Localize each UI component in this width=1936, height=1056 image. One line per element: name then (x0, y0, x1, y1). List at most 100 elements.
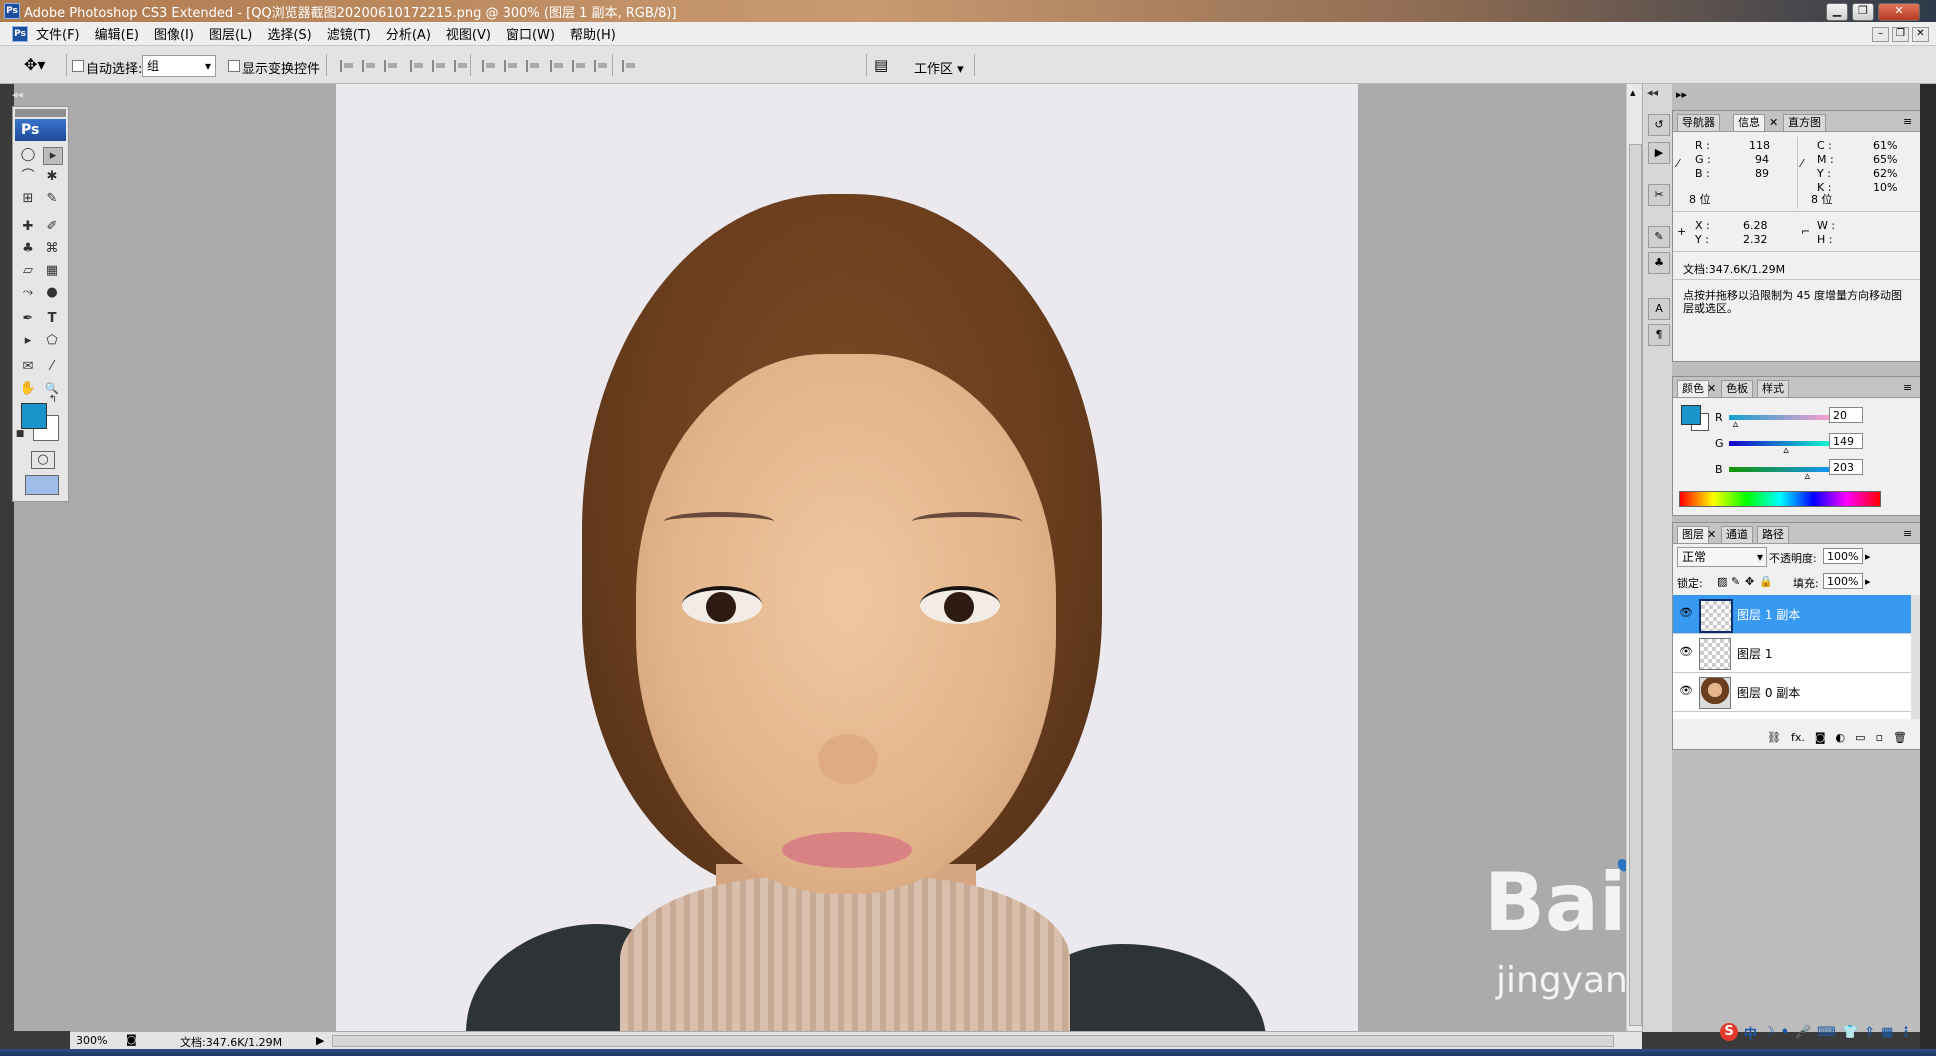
color-r-slider[interactable] (1729, 415, 1833, 420)
menu-filter[interactable]: 滤镜(T) (327, 24, 371, 43)
panel-menu-icon[interactable]: ≡ (1903, 115, 1912, 128)
panels-collapse-icon[interactable]: ▸▸ (1676, 88, 1687, 101)
tab-color[interactable]: 颜色 (1677, 380, 1709, 397)
fill-arrow-icon[interactable]: ▸ (1865, 575, 1871, 588)
status-icon[interactable]: ◙ (126, 1033, 137, 1046)
tab-styles[interactable]: 样式 (1757, 380, 1789, 397)
minimize-button[interactable]: ▁ (1826, 3, 1848, 21)
tool-presets-icon[interactable]: ✂ (1648, 184, 1670, 206)
brush-tool-icon[interactable]: ✐ (43, 219, 61, 235)
lock-pixels-icon[interactable]: ✎ (1731, 575, 1740, 588)
align-bottom-icon[interactable] (384, 60, 400, 72)
lock-all-icon[interactable]: 🔒 (1759, 575, 1773, 588)
adjustment-layer-icon[interactable]: ◐ (1836, 731, 1846, 744)
swap-colors-icon[interactable]: ↰ (47, 395, 59, 405)
visibility-eye-icon[interactable]: 👁 (1679, 685, 1693, 697)
expand-dock-icon[interactable]: ◂◂ (1647, 86, 1658, 99)
lock-transparent-icon[interactable]: ▨ (1717, 575, 1727, 588)
visibility-eye-icon[interactable]: 👁 (1679, 646, 1693, 658)
auto-select-checkbox[interactable] (72, 60, 84, 72)
menu-window[interactable]: 窗口(W) (506, 24, 555, 43)
tab-layers[interactable]: 图层 (1677, 526, 1709, 543)
auto-select-dropdown[interactable]: 组 ▾ (142, 55, 216, 77)
align-hcenter-icon[interactable] (432, 60, 448, 72)
tab-paths[interactable]: 路径 (1757, 526, 1789, 543)
clone-source-icon[interactable]: ♣ (1648, 252, 1670, 274)
color-b-input[interactable]: 203 (1829, 459, 1863, 475)
distribute-hcenter-icon[interactable] (572, 60, 588, 72)
doc-restore-button[interactable]: ❐ (1892, 27, 1909, 42)
slider-thumb-icon[interactable]: ▵ (1783, 443, 1789, 456)
brushes-panel-icon[interactable]: ✎ (1648, 226, 1670, 248)
show-transform-checkbox[interactable] (228, 60, 240, 72)
foreground-color-swatch[interactable] (21, 403, 47, 429)
character-panel-icon[interactable]: A (1648, 298, 1670, 320)
marquee-tool-icon[interactable]: ◯ (19, 147, 37, 163)
delete-layer-icon[interactable]: 🗑 (1893, 731, 1907, 744)
paragraph-panel-icon[interactable]: ¶ (1648, 324, 1670, 346)
sogou-icon[interactable]: S (1720, 1023, 1738, 1041)
lock-position-icon[interactable]: ✥ (1745, 575, 1754, 588)
mic-icon[interactable]: 🎤 (1795, 1025, 1811, 1040)
tab-histogram[interactable]: 直方图 (1783, 114, 1826, 131)
tab-swatches[interactable]: 色板 (1721, 380, 1753, 397)
panel-menu-icon[interactable]: ≡ (1903, 527, 1912, 540)
opacity-arrow-icon[interactable]: ▸ (1865, 550, 1871, 563)
layer-row[interactable]: 👁 图层 1 副本 (1673, 595, 1911, 634)
new-group-icon[interactable]: ▭ (1855, 731, 1865, 744)
distribute-top-icon[interactable] (482, 60, 498, 72)
new-layer-icon[interactable]: ▫ (1876, 731, 1883, 744)
link-layers-icon[interactable]: ⛓ (1767, 731, 1781, 744)
lasso-tool-icon[interactable]: ⌒ (19, 169, 37, 185)
ps-logo[interactable]: Ps (15, 119, 66, 141)
color-fg-swatch[interactable] (1681, 405, 1701, 425)
doc-minimize-button[interactable]: – (1872, 27, 1889, 42)
crop-tool-icon[interactable]: ⊞ (19, 191, 37, 207)
screen-mode-icon[interactable] (25, 475, 59, 495)
distribute-bottom-icon[interactable] (526, 60, 542, 72)
path-selection-tool-icon[interactable]: ▸ (19, 333, 37, 349)
bridge-icon[interactable]: ▤ (874, 56, 888, 74)
gradient-tool-icon[interactable]: ▦ (43, 263, 61, 279)
blend-mode-dropdown[interactable]: 正常 ▾ (1677, 547, 1767, 567)
auto-align-icon[interactable] (622, 60, 638, 72)
scroll-up-icon[interactable]: ▴ (1630, 86, 1636, 99)
tab-info[interactable]: 信息 (1733, 114, 1765, 131)
slider-thumb-icon[interactable]: ▵ (1733, 417, 1739, 430)
layer-style-icon[interactable]: fx. (1791, 731, 1805, 744)
shape-tool-icon[interactable]: ⬠ (43, 333, 61, 349)
menu-help[interactable]: 帮助(H) (570, 24, 616, 43)
horizontal-scrollbar[interactable] (332, 1035, 1614, 1047)
upload-icon[interactable]: ⇧ (1864, 1025, 1875, 1040)
more-icon[interactable]: ⋮ (1899, 1025, 1912, 1040)
ime-chinese-icon[interactable]: 中 (1744, 1023, 1757, 1042)
hand-tool-icon[interactable]: ✋ (19, 381, 37, 397)
quick-mask-icon[interactable]: ○ (31, 451, 55, 469)
document-canvas[interactable] (336, 84, 1358, 1032)
layer-row[interactable]: 👁 图层 1 (1673, 634, 1911, 673)
layer-row[interactable]: 👁 图层 0 副本 (1673, 673, 1911, 712)
keyboard-icon[interactable]: ⌨ (1817, 1025, 1836, 1040)
default-colors-icon[interactable]: ■ (15, 429, 25, 439)
notes-tool-icon[interactable]: ✉ (19, 359, 37, 375)
menu-analysis[interactable]: 分析(A) (386, 24, 431, 43)
menu-file[interactable]: 文件(F) (36, 24, 80, 43)
align-right-icon[interactable] (454, 60, 470, 72)
history-brush-tool-icon[interactable]: ⌘ (43, 241, 61, 257)
align-vcenter-icon[interactable] (362, 60, 378, 72)
moon-icon[interactable]: ☽ (1763, 1025, 1775, 1040)
menu-image[interactable]: 图像(I) (154, 24, 194, 43)
toolbox-grip[interactable] (15, 109, 66, 117)
close-icon[interactable]: ✕ (1707, 382, 1716, 395)
grid-icon[interactable]: ▦ (1881, 1025, 1893, 1040)
eyedropper-tool-icon[interactable]: ⁄ (43, 359, 61, 375)
scroll-thumb[interactable] (1629, 144, 1642, 1026)
close-button[interactable]: ✕ (1878, 3, 1920, 21)
vertical-scrollbar[interactable]: ▴ (1626, 84, 1642, 1031)
close-icon[interactable]: ✕ (1769, 116, 1778, 129)
panel-menu-icon[interactable]: ≡ (1903, 381, 1912, 394)
opacity-input[interactable]: 100% (1823, 548, 1863, 564)
healing-brush-tool-icon[interactable]: ✚ (19, 219, 37, 235)
doc-close-button[interactable]: ✕ (1912, 27, 1929, 42)
collapse-toolbox-icon[interactable]: ◂◂ (12, 88, 23, 101)
